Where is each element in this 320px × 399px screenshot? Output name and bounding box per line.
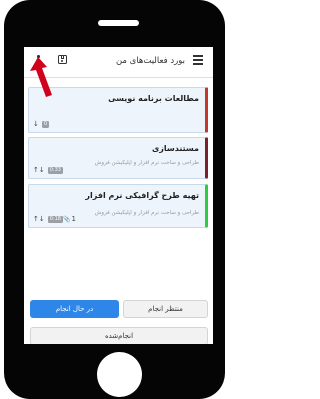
task-card[interactable]: مستندسازی طراحی و ساخت نرم افزار و اپلیک… (28, 137, 208, 179)
time-badge: 0:33 (47, 167, 63, 174)
task-card[interactable]: تهیه طرح گرافیکی نرم افزار طراحی و ساخت … (28, 184, 208, 228)
save-icon[interactable] (58, 55, 67, 64)
task-meta: ↓ 0 (33, 121, 50, 128)
task-title: مطالعات برنامه نویسی (108, 94, 199, 103)
task-meta: ↑↓ 0:18 📎 1 (33, 215, 76, 223)
annotation-arrow (30, 57, 52, 97)
task-description: طراحی و ساخت نرم افزار و اپلیکیشن فروش (94, 210, 199, 216)
page-title: بورد فعالیت‌های من (115, 56, 185, 66)
phone-earpiece (98, 20, 139, 26)
done-button[interactable]: انجام‌شده (30, 327, 208, 344)
task-meta: ↑↓ 0:33 (33, 167, 63, 174)
attachment-icon: 📎 (62, 215, 71, 223)
task-description: طراحی و ساخت نرم افزار و اپلیکیشن فروش (94, 160, 199, 166)
in-progress-button[interactable]: در حال انجام (30, 300, 119, 318)
task-title: تهیه طرح گرافیکی نرم افزار (85, 191, 199, 200)
move-arrows-icon[interactable]: ↑↓ (33, 167, 45, 174)
hamburger-menu-icon[interactable] (193, 55, 203, 65)
task-title: مستندسازی (151, 144, 199, 153)
time-badge: 0:18 (47, 215, 63, 223)
waiting-button[interactable]: منتظر انجام (123, 300, 208, 318)
time-badge: 0 (41, 121, 50, 128)
move-arrows-icon[interactable]: ↓ (33, 121, 39, 128)
move-arrows-icon[interactable]: ↑↓ (33, 215, 45, 223)
phone-home-button[interactable] (97, 352, 142, 397)
attachment-count: 1 (71, 215, 76, 223)
